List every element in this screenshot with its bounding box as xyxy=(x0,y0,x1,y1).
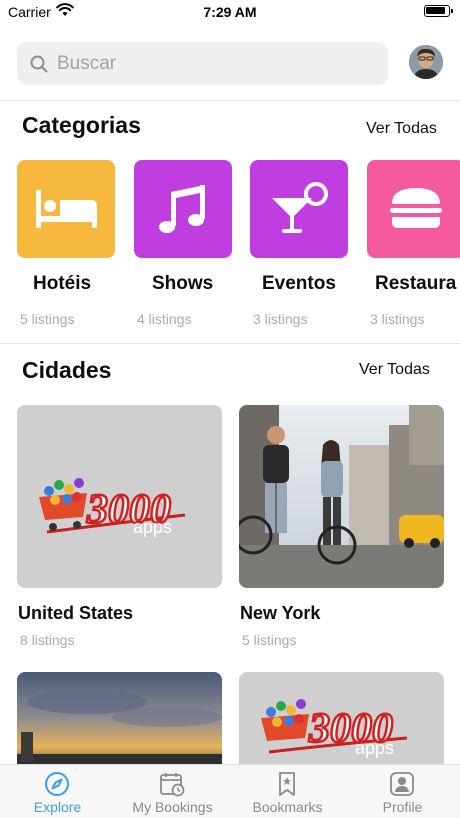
clock: 7:29 AM xyxy=(203,4,257,20)
tab-explore[interactable]: Explore xyxy=(0,765,115,818)
couple-with-bikes-photo-icon xyxy=(239,405,444,588)
category-card-restaurants[interactable] xyxy=(367,160,460,258)
category-count: 4 listings xyxy=(137,311,192,327)
calendar-clock-icon xyxy=(160,773,185,797)
search-icon xyxy=(30,55,48,73)
category-name: Hotéis xyxy=(33,273,92,294)
tab-label: Explore xyxy=(33,799,82,815)
tab-label: Bookmarks xyxy=(252,799,323,815)
category-name: Shows xyxy=(152,273,214,294)
city-name: United States xyxy=(18,603,134,623)
3000-apps-logo-icon: 3000 apps xyxy=(39,478,186,537)
category-count: 3 listings xyxy=(370,311,425,327)
search-input[interactable] xyxy=(57,42,377,85)
cities-title: Cidades xyxy=(22,357,112,383)
tab-bar: Explore My Bookings Bookmarks Profile xyxy=(0,764,460,818)
category-count: 3 listings xyxy=(253,311,308,327)
search-bar[interactable] xyxy=(17,42,388,85)
category-card-hotels[interactable] xyxy=(17,160,115,258)
burger-icon xyxy=(390,188,442,228)
category-count: 5 listings xyxy=(20,311,75,327)
city-count: 8 listings xyxy=(20,632,75,648)
city-card-logo[interactable]: 3000 apps xyxy=(239,672,444,772)
tab-label: My Bookings xyxy=(132,799,213,815)
tab-label: Profile xyxy=(382,799,423,815)
city-count: 5 listings xyxy=(242,632,297,648)
tab-my-bookings[interactable]: My Bookings xyxy=(115,765,230,818)
category-card-shows[interactable] xyxy=(134,160,232,258)
categories-title: Categorias xyxy=(22,112,141,138)
bed-icon xyxy=(36,190,97,228)
logo-word: apps xyxy=(133,517,172,537)
category-card-events[interactable] xyxy=(250,160,348,258)
city-card-new-york[interactable] xyxy=(239,405,444,588)
profile-icon xyxy=(390,772,414,796)
status-bar: Carrier 7:29 AM xyxy=(0,0,460,24)
tab-bookmarks[interactable]: Bookmarks xyxy=(230,765,345,818)
category-name: Eventos xyxy=(262,273,336,294)
sunset-sky-photo-icon xyxy=(17,672,222,772)
category-name: Restaura xyxy=(375,273,457,294)
music-note-icon xyxy=(159,185,205,233)
cities-see-all-link[interactable]: Ver Todas xyxy=(359,361,430,379)
profile-photo-icon xyxy=(409,45,443,79)
divider xyxy=(0,343,460,344)
avatar[interactable] xyxy=(409,45,443,79)
tab-profile[interactable]: Profile xyxy=(345,765,460,818)
divider xyxy=(0,100,460,101)
3000-apps-logo-icon: 3000 apps xyxy=(261,699,408,758)
city-card-sunset[interactable] xyxy=(17,672,222,772)
city-name: New York xyxy=(240,603,321,623)
bookmark-icon xyxy=(279,772,295,796)
battery-icon xyxy=(424,5,453,17)
cocktail-icon xyxy=(272,182,328,233)
logo-word: apps xyxy=(355,738,394,758)
compass-icon xyxy=(45,772,69,796)
categories-see-all-link[interactable]: Ver Todas xyxy=(366,120,437,138)
city-card-united-states[interactable]: 3000 apps xyxy=(17,405,222,588)
